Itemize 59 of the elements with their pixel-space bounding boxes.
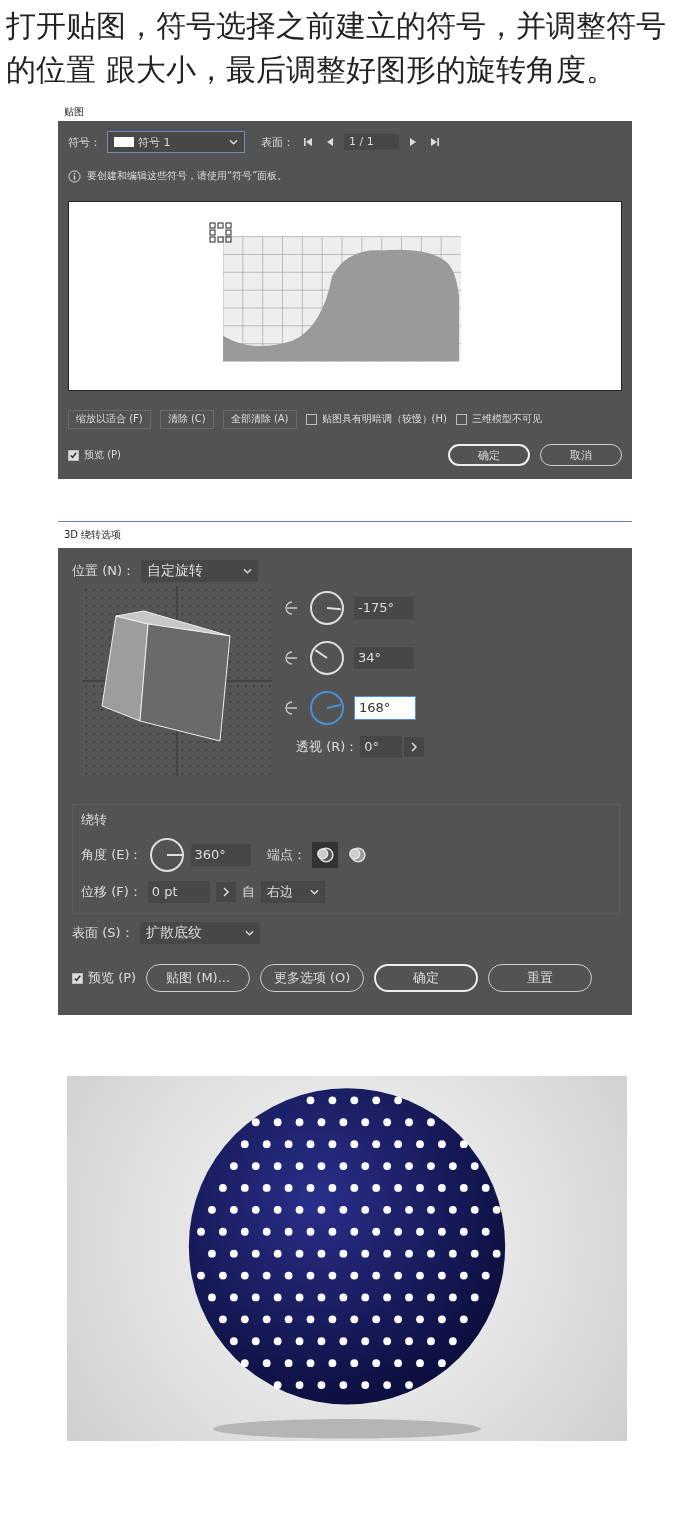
angle-field[interactable]: 168° [354,696,416,720]
info-icon [68,169,81,183]
page-field[interactable]: 1 / 1 [344,134,399,150]
dialog-button[interactable]: 确定 [374,964,479,992]
offset-label: 位移 (F)： [81,883,142,901]
dialog-button[interactable]: 重置 [488,964,593,992]
preview-checkbox[interactable] [72,972,83,984]
chevron-down-icon [309,889,319,895]
chevron-down-icon [243,568,252,574]
angle-field[interactable]: -175° [354,597,414,619]
from-label: 自 [241,883,255,901]
angle-label: 角度 (E)： [81,846,143,864]
dialog-button[interactable]: 更多选项 (O) [260,964,365,992]
perspective-field[interactable]: 0° [360,736,403,758]
checkbox-label: 贴图具有明暗调（较慢）(H) [321,412,447,426]
chevron-down-icon [244,930,254,936]
rotation-axis-icon [284,600,300,616]
dialog-button[interactable]: 贴图 (M)... [146,964,251,992]
dialog-button[interactable]: 取消 [540,444,622,466]
angle-field[interactable]: 34° [354,647,414,669]
dialog-title: 3D 绕转选项 [64,528,122,542]
checkbox-label: 三维模型不可见 [471,412,542,426]
checkbox[interactable] [305,413,317,425]
from-dropdown[interactable]: 右边 [260,881,325,903]
chevron-right-icon[interactable] [215,882,236,902]
dialog-button[interactable]: 清除 (C) [159,409,214,429]
rotation-axis-icon [284,700,300,716]
symbol-label: 符号： [68,134,101,150]
dialog-button[interactable]: 确定 [448,444,530,466]
surface-label: 表面 (S)： [72,924,134,942]
symbol-dropdown[interactable]: 符号 1 [107,131,245,153]
position-label: 位置 (N)： [72,562,135,580]
dialog-title: 贴图 [64,104,84,119]
group-title: 绕转 [81,811,108,829]
previous-icon[interactable] [325,137,335,147]
angle-field[interactable]: 360° [190,844,251,866]
preview-label: 预览 (P) [88,969,137,987]
first-page-icon[interactable] [303,137,313,147]
dialog-button[interactable]: 缩放以适合 (F) [68,409,151,429]
position-dropdown[interactable]: 自定旋转 [141,560,258,582]
rotation-axis-icon [284,650,300,666]
cap-label: 端点： [266,846,306,864]
angle-dial[interactable] [148,837,185,873]
dialog-button[interactable]: 全部清除 (A) [222,409,297,429]
preview-label: 预览 (P) [84,448,121,462]
chevron-down-icon [229,139,238,145]
cap-toggle[interactable] [311,842,338,868]
intro-paragraph: 打开贴图，符号选择之前建立的符号，并调整符号的位置 跟大小，最后调整好图形的旋转角度。 [6,7,667,89]
preview-checkbox[interactable] [68,449,79,461]
surface-label: 表面： [261,134,294,150]
surface-dropdown[interactable]: 扩散底纹 [139,922,260,944]
offset-field[interactable]: 0 pt [147,881,210,903]
info-text: 要创建和编辑这些符号，请使用“符号”面板。 [87,169,288,183]
checkbox[interactable] [455,413,467,425]
perspective-label: 透视 (R)： [296,738,359,756]
selection-handles-icon [209,222,233,244]
next-icon[interactable] [408,137,418,147]
last-page-icon[interactable] [430,137,440,147]
chevron-right-icon[interactable] [404,737,425,757]
